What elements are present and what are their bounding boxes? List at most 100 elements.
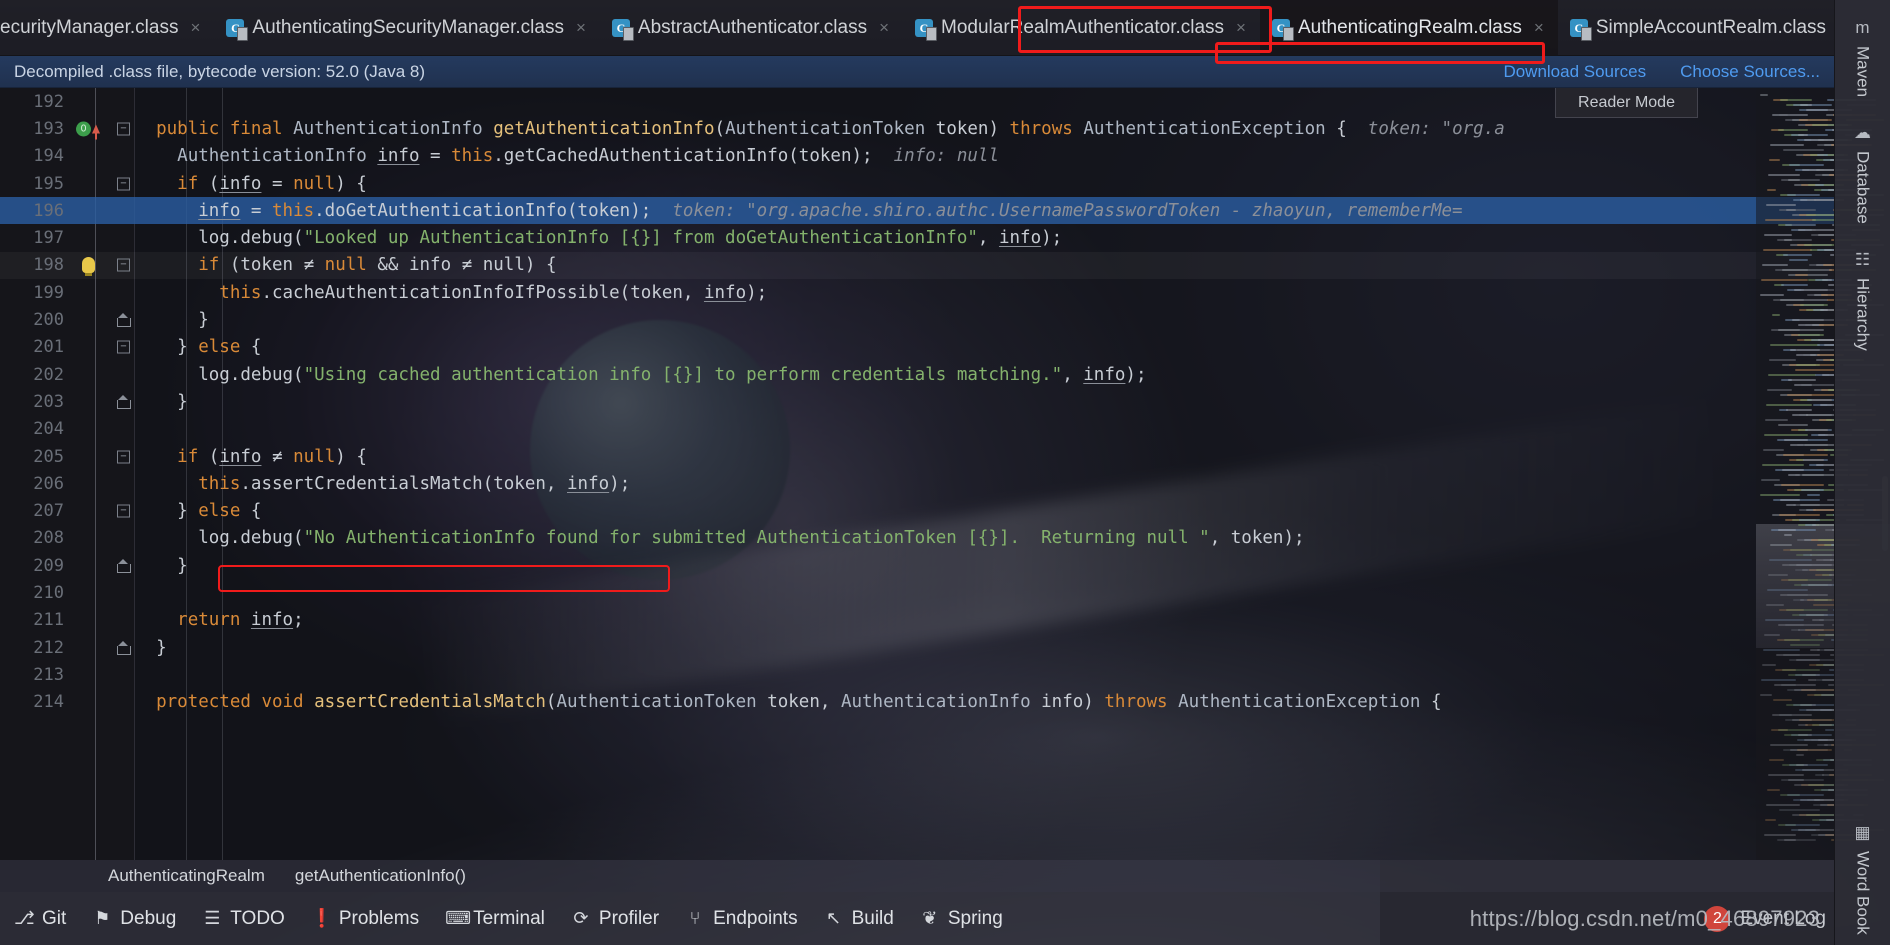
fold-marker-area[interactable]: −: [112, 497, 135, 524]
editor-tab-0[interactable]: ecurityManager.class ×: [0, 0, 215, 55]
code-line[interactable]: 205 − if (info ≠ null) {: [0, 443, 1834, 470]
code-text[interactable]: public final AuthenticationInfo getAuthe…: [135, 119, 1834, 139]
breadcrumb-method[interactable]: getAuthenticationInfo(): [295, 866, 466, 886]
code-editor[interactable]: 192 193 0 − public final AuthenticationInfo…: [0, 88, 1834, 860]
code-text[interactable]: }: [135, 638, 1834, 658]
gutter-marker-area[interactable]: 0: [72, 115, 112, 142]
code-line[interactable]: 210: [0, 579, 1834, 606]
gutter-marker-area[interactable]: [72, 579, 112, 606]
fold-end-icon[interactable]: [117, 313, 131, 328]
status-bar-item-problems[interactable]: ❗ Problems: [311, 908, 419, 930]
fold-marker-area[interactable]: [112, 634, 135, 661]
fold-marker-area[interactable]: [112, 552, 135, 579]
code-line[interactable]: 213: [0, 661, 1834, 688]
gutter-marker-area[interactable]: [72, 252, 112, 279]
fold-marker-area[interactable]: −: [112, 252, 135, 279]
event-log-button[interactable]: Event Log: [1740, 908, 1826, 930]
fold-marker-area[interactable]: [112, 579, 135, 606]
code-line[interactable]: 209 }: [0, 552, 1834, 579]
code-text[interactable]: return info;: [135, 610, 1834, 630]
close-icon[interactable]: ×: [186, 18, 204, 38]
code-line[interactable]: 207 − } else {: [0, 497, 1834, 524]
code-text[interactable]: this.cacheAuthenticationInfoIfPossible(t…: [135, 283, 1834, 303]
gutter-marker-area[interactable]: [72, 525, 112, 552]
gutter-marker-area[interactable]: [72, 661, 112, 688]
code-line[interactable]: 197 log.debug("Looked up AuthenticationI…: [0, 224, 1834, 251]
fold-marker-area[interactable]: [112, 197, 135, 224]
status-bar-item-spring[interactable]: ❦ Spring: [920, 908, 1002, 930]
download-sources-link[interactable]: Download Sources: [1503, 62, 1646, 82]
code-line[interactable]: 193 0 − public final AuthenticationInfo ge…: [0, 115, 1834, 142]
breadcrumb-class[interactable]: AuthenticatingRealm: [108, 866, 265, 886]
reader-mode-button[interactable]: Reader Mode: [1555, 88, 1698, 118]
close-icon[interactable]: ×: [572, 18, 590, 38]
code-line[interactable]: 212 }: [0, 634, 1834, 661]
close-icon[interactable]: ×: [1530, 18, 1548, 38]
close-icon[interactable]: ×: [1232, 18, 1250, 38]
close-icon[interactable]: ×: [875, 18, 893, 38]
status-bar-item-git[interactable]: ⎇ Git: [14, 908, 66, 930]
editor-tab-5[interactable]: CSimpleAccountRealm.class×: [1557, 0, 1834, 55]
code-text[interactable]: AuthenticationInfo info = this.getCached…: [135, 146, 1834, 166]
code-lines[interactable]: 192 193 0 − public final AuthenticationInfo…: [0, 88, 1834, 860]
fold-marker-area[interactable]: [112, 661, 135, 688]
code-text[interactable]: log.debug("Looked up AuthenticationInfo …: [135, 228, 1834, 248]
fold-collapse-icon[interactable]: −: [117, 258, 130, 272]
code-line[interactable]: 198 − if (token ≠ null && info ≠ null) {: [0, 251, 1834, 280]
fold-collapse-icon[interactable]: −: [117, 340, 130, 354]
code-line[interactable]: 202 log.debug("Using cached authenticati…: [0, 361, 1834, 388]
code-line[interactable]: 204: [0, 416, 1834, 443]
code-text[interactable]: }: [135, 392, 1834, 412]
editor-tab-4[interactable]: C AuthenticatingRealm.class ×: [1259, 0, 1558, 55]
code-text[interactable]: if (info ≠ null) {: [135, 447, 1834, 467]
status-bar-item-endpoints[interactable]: ⑂ Endpoints: [685, 908, 798, 930]
fold-marker-area[interactable]: [112, 88, 135, 115]
fold-marker-area[interactable]: −: [112, 115, 135, 142]
gutter-marker-area[interactable]: [72, 552, 112, 579]
code-line[interactable]: 201 − } else {: [0, 334, 1834, 361]
fold-marker-area[interactable]: −: [112, 334, 135, 361]
fold-marker-area[interactable]: [112, 143, 135, 170]
code-line[interactable]: 195 − if (info = null) {: [0, 170, 1834, 197]
fold-end-icon[interactable]: [117, 394, 131, 409]
fold-marker-area[interactable]: [112, 306, 135, 333]
fold-collapse-icon[interactable]: −: [117, 177, 130, 191]
fold-marker-area[interactable]: [112, 361, 135, 388]
gutter-marker-area[interactable]: [72, 497, 112, 524]
status-bar-item-build[interactable]: ↖ Build: [824, 908, 894, 930]
gutter-marker-area[interactable]: [72, 143, 112, 170]
fold-marker-area[interactable]: [112, 416, 135, 443]
run-method-icon[interactable]: 0: [76, 121, 91, 137]
fold-marker-area[interactable]: −: [112, 443, 135, 470]
gutter-marker-area[interactable]: [72, 334, 112, 361]
tool-button-database[interactable]: ☁ Database: [1853, 113, 1873, 234]
fold-collapse-icon[interactable]: −: [117, 450, 130, 463]
code-text[interactable]: if (token ≠ null && info ≠ null) {: [135, 255, 1834, 275]
fold-collapse-icon[interactable]: −: [117, 504, 130, 518]
status-bar-item-profiler[interactable]: ⟳ Profiler: [571, 908, 659, 930]
fold-marker-area[interactable]: [112, 689, 135, 716]
tool-button-word-book[interactable]: ▦ Word Book: [1853, 813, 1873, 945]
fold-marker-area[interactable]: [112, 607, 135, 634]
fold-marker-area[interactable]: [112, 525, 135, 552]
code-line[interactable]: 203 }: [0, 388, 1834, 415]
code-line[interactable]: 214 protected void assertCredentialsMatc…: [0, 689, 1834, 716]
gutter-marker-area[interactable]: [72, 634, 112, 661]
code-line[interactable]: 211 return info;: [0, 607, 1834, 634]
gutter-marker-area[interactable]: [72, 361, 112, 388]
code-text[interactable]: if (info = null) {: [135, 174, 1834, 194]
fold-marker-area[interactable]: [112, 224, 135, 251]
fold-marker-area[interactable]: −: [112, 170, 135, 197]
code-text[interactable]: protected void assertCredentialsMatch(Au…: [135, 692, 1834, 712]
code-text[interactable]: log.debug("Using cached authentication i…: [135, 365, 1834, 385]
intention-bulb-icon[interactable]: [82, 257, 95, 277]
gutter-marker-area[interactable]: [72, 607, 112, 634]
code-line[interactable]: 208 log.debug("No AuthenticationInfo fou…: [0, 525, 1834, 552]
status-bar-item-terminal[interactable]: ⌨ Terminal: [445, 908, 545, 930]
status-bar-item-debug[interactable]: ⚑ Debug: [92, 908, 176, 930]
code-text[interactable]: }: [135, 310, 1834, 330]
status-bar-item-todo[interactable]: ☰ TODO: [202, 908, 285, 930]
fold-end-icon[interactable]: [117, 640, 131, 655]
gutter-marker-area[interactable]: [72, 689, 112, 716]
choose-sources-link[interactable]: Choose Sources...: [1680, 62, 1820, 82]
